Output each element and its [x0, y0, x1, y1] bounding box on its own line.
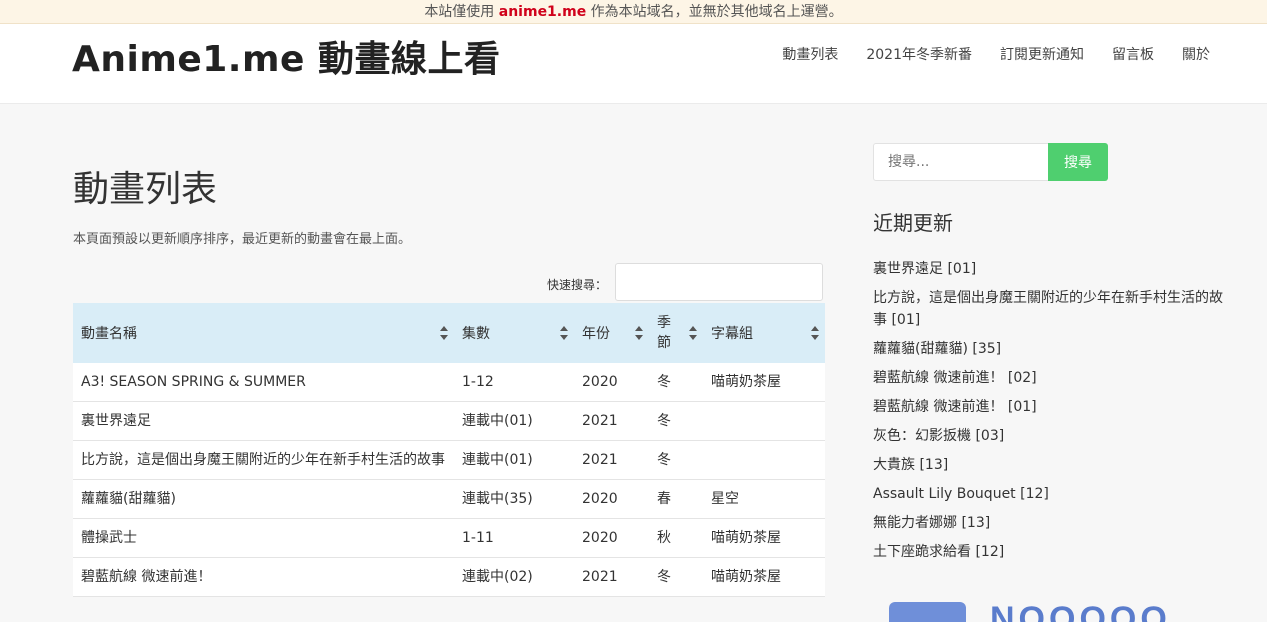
table-row: 體操武士 1-11 2020 秋 喵萌奶茶屋	[73, 518, 825, 558]
sidebar-ad-icon[interactable]	[889, 602, 966, 622]
cell-title[interactable]: 蘿蘿貓(甜蘿貓)	[73, 479, 454, 519]
recent-updates-title: 近期更新	[873, 211, 953, 235]
sort-icon	[440, 326, 448, 340]
cell-episodes: 1-11	[454, 518, 574, 558]
cell-title[interactable]: 碧藍航線 微速前進！	[73, 557, 454, 597]
cell-year: 2021	[574, 440, 649, 480]
cell-subgroup	[703, 401, 825, 441]
column-header-subgroup-label: 字幕組	[711, 326, 753, 342]
cell-subgroup: 喵萌奶茶屋	[703, 518, 825, 558]
cell-subgroup: 喵萌奶茶屋	[703, 363, 825, 402]
nav-winter-2021[interactable]: 2021年冬季新番	[866, 44, 972, 64]
column-header-name-label: 動畫名稱	[81, 326, 137, 342]
cell-season: 春	[649, 479, 703, 519]
notice-text-before: 本站僅使用	[424, 4, 499, 20]
ad-banner-text: NOOOOO	[990, 606, 1200, 622]
list-item: 碧藍航線 微速前進！ [02]	[873, 367, 1223, 389]
sort-icon	[635, 326, 643, 340]
cell-episodes: 連載中(01)	[454, 401, 574, 441]
table-row: 碧藍航線 微速前進！ 連載中(02) 2021 冬 喵萌奶茶屋	[73, 557, 825, 597]
cell-year: 2021	[574, 557, 649, 597]
quick-search-label: 快速搜尋：	[547, 278, 608, 292]
list-item: 裏世界遠足 [01]	[873, 258, 1223, 280]
cell-season: 冬	[649, 363, 703, 402]
cell-subgroup	[703, 440, 825, 480]
table-row: 比方說，這是個出身魔王關附近的少年在新手村生活的故事 連載中(01) 2021 …	[73, 440, 825, 480]
cell-title[interactable]: 體操武士	[73, 518, 454, 558]
recent-link[interactable]: 無能力者娜娜 [13]	[873, 515, 990, 531]
list-item: 比方說，這是個出身魔王關附近的少年在新手村生活的故事 [01]	[873, 287, 1223, 331]
nav-about[interactable]: 關於	[1182, 44, 1210, 64]
quick-search-input[interactable]	[615, 263, 823, 301]
cell-episodes: 連載中(02)	[454, 557, 574, 597]
sidebar-ad-banner[interactable]: NOOOOO	[990, 606, 1200, 622]
site-title[interactable]: Anime1.me 動畫線上看	[72, 30, 500, 82]
column-header-season[interactable]: 季節	[649, 303, 703, 363]
list-item: 大貴族 [13]	[873, 454, 1223, 476]
nav-guestbook[interactable]: 留言板	[1112, 44, 1154, 64]
sort-icon	[560, 326, 568, 340]
list-item: 蘿蘿貓(甜蘿貓) [35]	[873, 338, 1223, 360]
column-header-name[interactable]: 動畫名稱	[73, 303, 454, 363]
list-item: Assault Lily Bouquet [12]	[873, 483, 1223, 505]
list-item: 灰色：幻影扳機 [03]	[873, 425, 1223, 447]
page-title: 動畫列表	[73, 169, 218, 210]
recent-link[interactable]: 碧藍航線 微速前進！ [01]	[873, 399, 1037, 415]
list-item: 無能力者娜娜 [13]	[873, 512, 1223, 534]
recent-link[interactable]: 裏世界遠足 [01]	[873, 261, 976, 277]
main-nav: 動畫列表 2021年冬季新番 訂閱更新通知 留言板 關於	[782, 44, 1210, 64]
recent-link[interactable]: 碧藍航線 微速前進！ [02]	[873, 370, 1037, 386]
cell-year: 2020	[574, 479, 649, 519]
table-row: A3! SEASON SPRING & SUMMER 1-12 2020 冬 喵…	[73, 363, 825, 402]
table-row: 裏世界遠足 連載中(01) 2021 冬	[73, 401, 825, 441]
cell-title[interactable]: A3! SEASON SPRING & SUMMER	[73, 363, 454, 402]
cell-episodes: 1-12	[454, 363, 574, 402]
recent-link[interactable]: 灰色：幻影扳機 [03]	[873, 428, 1004, 444]
cell-subgroup: 喵萌奶茶屋	[703, 557, 825, 597]
cell-season: 秋	[649, 518, 703, 558]
sidebar-search-button[interactable]: 搜尋	[1048, 143, 1108, 181]
column-header-season-label: 季節	[657, 315, 671, 351]
notice-text-after: 作為本站域名，並無於其他域名上運營。	[586, 4, 843, 20]
nav-anime-list[interactable]: 動畫列表	[782, 44, 838, 64]
recent-link[interactable]: Assault Lily Bouquet [12]	[873, 486, 1049, 502]
cell-year: 2020	[574, 518, 649, 558]
notice-domain: anime1.me	[498, 4, 587, 20]
cell-episodes: 連載中(35)	[454, 479, 574, 519]
cell-season: 冬	[649, 440, 703, 480]
recent-link[interactable]: 比方說，這是個出身魔王關附近的少年在新手村生活的故事 [01]	[873, 290, 1223, 328]
recent-link[interactable]: 蘿蘿貓(甜蘿貓) [35]	[873, 341, 1001, 357]
cell-season: 冬	[649, 557, 703, 597]
recent-link[interactable]: 土下座跪求給看 [12]	[873, 544, 1004, 560]
intro-text: 本頁面預設以更新順序排序，最近更新的動畫會在最上面。	[73, 232, 412, 247]
recent-link[interactable]: 大貴族 [13]	[873, 457, 948, 473]
cell-title[interactable]: 裏世界遠足	[73, 401, 454, 441]
column-header-episodes[interactable]: 集數	[454, 303, 574, 363]
column-header-subgroup[interactable]: 字幕組	[703, 303, 825, 363]
column-header-episodes-label: 集數	[462, 326, 490, 342]
recent-updates-list: 裏世界遠足 [01] 比方說，這是個出身魔王關附近的少年在新手村生活的故事 [0…	[873, 258, 1223, 570]
column-header-year-label: 年份	[582, 326, 610, 342]
anime-table: 動畫名稱 集數 年份 季節 字幕組 A3! SEASON SPRING & SU…	[73, 303, 825, 597]
sort-icon	[811, 326, 819, 340]
cell-subgroup: 星空	[703, 479, 825, 519]
nav-subscribe[interactable]: 訂閱更新通知	[1000, 44, 1084, 64]
list-item: 土下座跪求給看 [12]	[873, 541, 1223, 563]
cell-season: 冬	[649, 401, 703, 441]
domain-notice-bar: 本站僅使用 anime1.me 作為本站域名，並無於其他域名上運營。	[0, 0, 1267, 24]
sort-icon	[689, 326, 697, 340]
cell-episodes: 連載中(01)	[454, 440, 574, 480]
column-header-year[interactable]: 年份	[574, 303, 649, 363]
list-item: 碧藍航線 微速前進！ [01]	[873, 396, 1223, 418]
cell-year: 2020	[574, 363, 649, 402]
cell-year: 2021	[574, 401, 649, 441]
cell-title[interactable]: 比方說，這是個出身魔王關附近的少年在新手村生活的故事	[73, 440, 454, 480]
table-header-row: 動畫名稱 集數 年份 季節 字幕組	[73, 303, 825, 363]
table-row: 蘿蘿貓(甜蘿貓) 連載中(35) 2020 春 星空	[73, 479, 825, 519]
site-header: Anime1.me 動畫線上看 動畫列表 2021年冬季新番 訂閱更新通知 留言…	[0, 24, 1267, 104]
sidebar-search-input[interactable]	[873, 143, 1049, 181]
